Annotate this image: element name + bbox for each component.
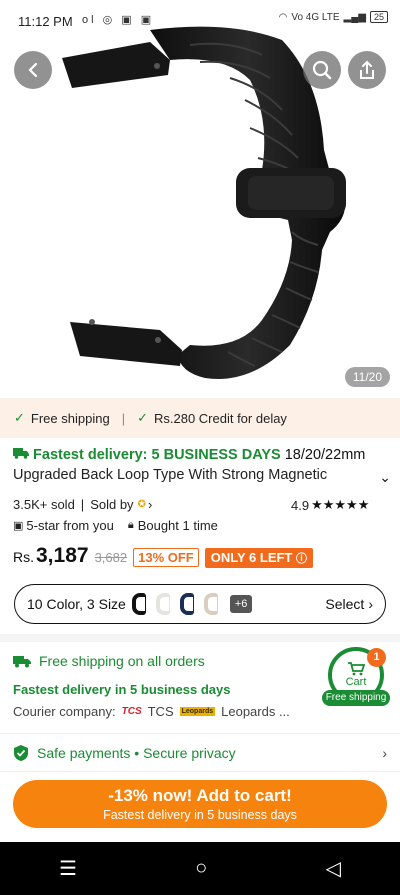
menu-icon[interactable]: ☰ [59,856,77,881]
bag-icon: 🔒︎ [127,519,134,531]
free-shipping-label: Free shipping [30,410,110,426]
section-divider [0,634,400,642]
courier-label: Courier company: [13,704,116,719]
check-icon: ✓ [14,410,25,425]
section-divider [0,733,400,734]
add-to-cart-button[interactable]: -13% now! Add to cart! Fastest delivery … [13,780,387,828]
truck-icon [13,655,31,667]
more-swatches[interactable]: +6 [229,595,253,613]
cart-label: Cart [345,676,367,688]
check-icon: ✓ [137,410,148,425]
wifi-icon: ◠ [278,11,288,23]
courier-leopards: Leopards ... [221,704,290,719]
shipping-title: Free shipping on all orders [39,653,205,669]
variant-label: 10 Color, 3 Size [27,596,126,612]
rating-value: 4.9 [291,497,310,513]
chevron-right-icon: › [368,596,373,612]
cta-main-label: -13% now! Add to cart! [108,786,292,805]
sold-by-label[interactable]: Sold by [90,497,133,512]
share-icon [360,60,374,79]
courier-tcs: TCS [147,704,174,719]
back-triangle-icon[interactable]: ◁ [326,856,341,881]
currency: Rs. [13,549,34,565]
original-price: 3,682 [94,550,128,565]
search-icon [312,60,332,80]
signal-icon: ▂▄▆ [343,11,366,23]
personal-row: ▣ 5-star from you 🔒︎ Bought 1 time [13,518,218,533]
chevron-left-icon [28,62,38,78]
product-image-gallery[interactable]: 11/20 [0,0,400,395]
review-icon: ▣ [13,520,24,532]
chevron-right-icon: › [382,745,387,761]
cart-count-badge: 1 [367,648,386,667]
discount-badge: 13% OFF [133,548,199,567]
variant-selector[interactable]: 10 Color, 3 Size +6 Select › [14,584,386,624]
swatch-cream[interactable] [203,593,224,615]
bought-label: Bought 1 time [137,518,218,533]
truck-icon [13,447,33,463]
delay-credit-label: Rs.280 Credit for delay [153,410,287,426]
leopards-logo: Leopards [179,707,216,716]
select-label: Select [325,596,365,612]
watch-strap-image [62,26,346,380]
price-row: Rs. 3,187 3,682 13% OFF ONLY 6 LEFT ⓘ [13,544,313,568]
section-divider [0,771,400,772]
search-button[interactable] [303,51,341,89]
safety-row[interactable]: Safe payments • Secure privacy › [13,744,387,762]
chevron-right-icon: › [147,497,153,512]
status-bar: 11:12 PM ol ◎ ▣ ▣ ◠ Vo 4G LTE ▂▄▆ 25 [0,0,400,44]
system-icons: ◠ Vo 4G LTE ▂▄▆ 25 [279,11,388,23]
cart-icon [348,662,365,676]
share-button[interactable] [348,51,386,89]
image-counter: 11/20 [344,367,390,387]
current-price: 3,187 [36,544,89,567]
system-nav-bar: ☰ ○ ◁ [0,842,400,895]
title-start: 18/20/22mm [280,447,366,463]
cart-free-shipping-badge: Free shipping [322,690,390,706]
five-star-label: 5-star from you [26,518,114,533]
star-rating-icon: ★★★★★ [311,497,370,512]
stock-badge: ONLY 6 LEFT ⓘ [204,548,313,568]
tcs-logo: TCS [121,706,142,717]
sold-row: 3.5K+ sold | Sold by ✪ › [13,497,153,512]
back-button[interactable] [14,51,52,89]
swatch-navy[interactable] [179,593,200,615]
notification-icons: ol ◎ ▣ ▣ [82,14,155,26]
safety-text: Safe payments • Secure privacy [37,745,236,761]
rating[interactable]: 4.9 ★★★★★ [291,497,369,513]
help-icon: ⓘ [296,553,307,565]
status-time: 11:12 PM [18,14,73,29]
fastest-delivery-note: Fastest delivery in 5 business days [13,682,231,697]
banner-separator: | [121,410,126,426]
shield-icon [14,745,28,761]
product-title[interactable]: Fastest delivery: 5 BUSINESS DAYS 18/20/… [13,447,393,486]
battery-icon: 25 [369,11,388,23]
cta-sub-label: Fastest delivery in 5 business days [103,808,297,822]
title-continued: Upgraded Back Loop Type With Strong Magn… [13,467,328,483]
sold-count: 3.5K+ sold [13,497,75,512]
chevron-down-icon[interactable]: ⌄ [379,469,391,486]
cart-button[interactable]: Cart 1 Free shipping [322,647,390,707]
swatch-black[interactable] [131,593,152,615]
fast-delivery-label: Fastest delivery: 5 BUSINESS DAYS [33,447,281,463]
home-icon[interactable]: ○ [195,857,207,880]
promo-banner: ✓ Free shipping | ✓ Rs.280 Credit for de… [0,398,400,438]
network-label: Vo 4G LTE [291,11,340,23]
seller-logo-icon: ✪ [137,499,146,510]
swatch-white[interactable] [155,593,176,615]
